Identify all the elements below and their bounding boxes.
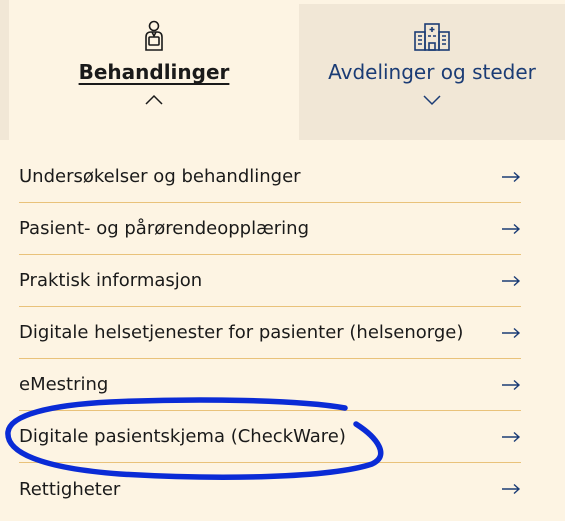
left-strip — [0, 0, 9, 140]
menu-item-label: Rettigheter — [19, 478, 121, 500]
menu-item-label: Praktisk informasjon — [19, 270, 203, 291]
hospital-icon — [413, 18, 451, 54]
chevron-up-icon — [144, 90, 164, 110]
submenu-list: Undersøkelser og behandlinger Pasient- o… — [19, 151, 521, 515]
doctor-icon — [143, 18, 165, 54]
arrow-right-icon — [499, 483, 521, 495]
tab-label: Behandlinger — [78, 60, 230, 84]
chevron-down-icon — [422, 90, 442, 110]
menu-item-checkware[interactable]: Digitale pasientskjema (CheckWare) — [19, 411, 521, 463]
menu-item-label: Pasient- og pårørendeopplæring — [19, 218, 310, 239]
arrow-right-icon — [499, 379, 521, 391]
arrow-right-icon — [499, 431, 521, 443]
tab-behandlinger[interactable]: Behandlinger — [9, 4, 299, 140]
menu-panel: Behandlinger Avdelinger og steder Unders… — [0, 0, 565, 521]
menu-item-emestring[interactable]: eMestring — [19, 359, 521, 411]
tab-label: Avdelinger og steder — [328, 60, 536, 84]
menu-item-undersokelser[interactable]: Undersøkelser og behandlinger — [19, 151, 521, 203]
arrow-right-icon — [499, 223, 521, 235]
menu-item-rettigheter[interactable]: Rettigheter — [19, 463, 521, 515]
menu-item-label: eMestring — [19, 374, 109, 395]
menu-item-praktisk[interactable]: Praktisk informasjon — [19, 255, 521, 307]
arrow-right-icon — [499, 327, 521, 339]
arrow-right-icon — [499, 171, 521, 183]
menu-item-label: Undersøkelser og behandlinger — [19, 166, 301, 187]
arrow-right-icon — [499, 275, 521, 287]
menu-item-label: Digitale pasientskjema (CheckWare) — [19, 426, 346, 447]
menu-item-opplaering[interactable]: Pasient- og pårørendeopplæring — [19, 203, 521, 255]
menu-item-digitale-helsetjenester[interactable]: Digitale helsetjenester for pasienter (h… — [19, 307, 521, 359]
tab-avdelinger[interactable]: Avdelinger og steder — [299, 4, 565, 140]
menu-item-label: Digitale helsetjenester for pasienter (h… — [19, 322, 464, 343]
